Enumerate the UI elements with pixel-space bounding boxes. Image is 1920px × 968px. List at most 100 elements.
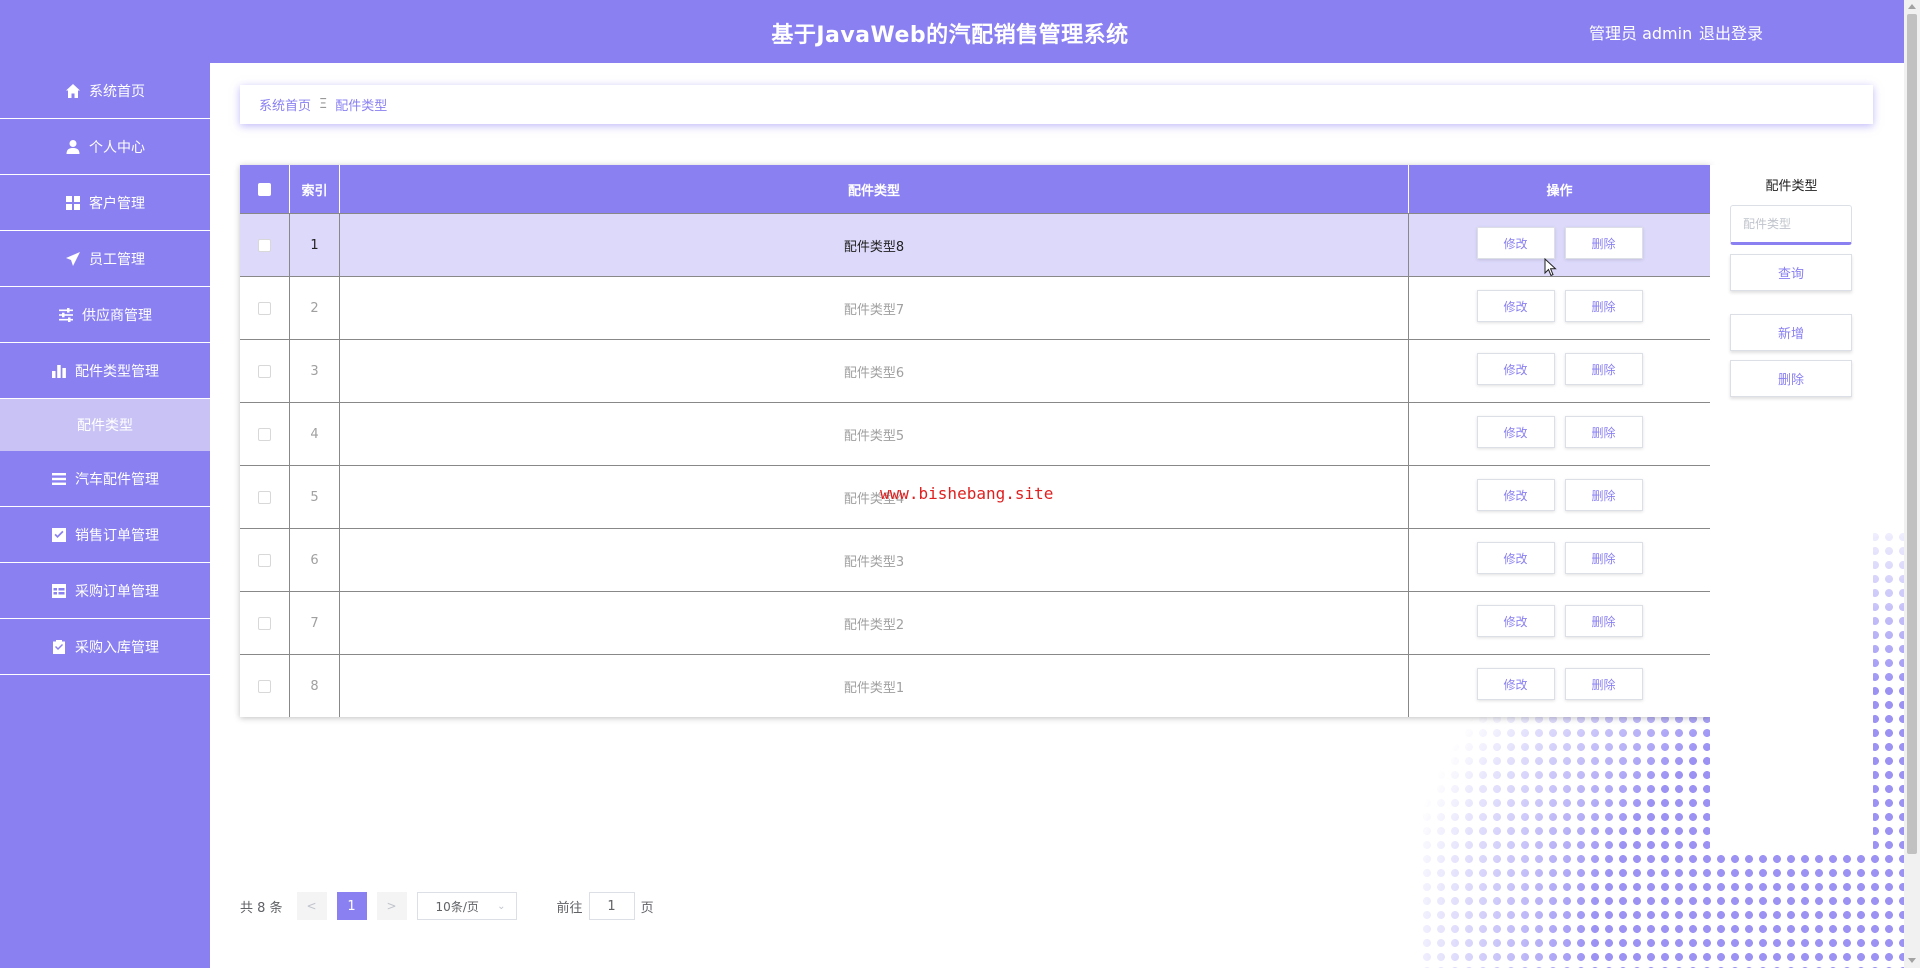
delete-button[interactable]: 删除 bbox=[1564, 290, 1643, 322]
table-row[interactable]: 4 配件类型5 修改 删除 bbox=[240, 402, 1710, 465]
edit-button[interactable]: 修改 bbox=[1476, 479, 1555, 511]
row-checkbox[interactable] bbox=[258, 364, 271, 378]
chevron-down-icon: ⌄ bbox=[497, 900, 506, 912]
sidebar-item-customers[interactable]: 客户管理 bbox=[0, 175, 210, 231]
goto-prefix: 前往 bbox=[556, 900, 583, 916]
goto-page-input[interactable] bbox=[588, 892, 635, 920]
sidebar-item-label: 采购订单管理 bbox=[75, 583, 159, 600]
edit-button[interactable]: 修改 bbox=[1476, 290, 1555, 322]
search-panel: 配件类型 查询 新增 删除 bbox=[1710, 165, 1873, 852]
row-checkbox[interactable] bbox=[258, 679, 271, 693]
delete-button[interactable]: 删除 bbox=[1564, 416, 1643, 448]
pagination-total: 共 8 条 bbox=[240, 900, 283, 916]
sidebar-item-label: 销售订单管理 bbox=[75, 527, 159, 544]
row-part-type: 配件类型7 bbox=[340, 277, 1409, 339]
row-index: 1 bbox=[290, 214, 340, 276]
column-header-ops: 操作 bbox=[1546, 183, 1573, 199]
grid-icon bbox=[65, 195, 81, 211]
edit-button[interactable]: 修改 bbox=[1476, 668, 1555, 700]
sidebar-item-auto-parts[interactable]: 汽车配件管理 bbox=[0, 451, 210, 507]
row-checkbox[interactable] bbox=[258, 427, 271, 441]
table-row[interactable]: 3 配件类型6 修改 删除 bbox=[240, 339, 1710, 402]
row-index: 8 bbox=[290, 655, 340, 717]
scroll-down-icon[interactable] bbox=[1908, 958, 1916, 963]
row-index: 7 bbox=[290, 592, 340, 654]
row-index: 6 bbox=[290, 529, 340, 591]
column-header-type: 配件类型 bbox=[340, 165, 1409, 213]
breadcrumb: 系统首页 Ξ 配件类型 bbox=[240, 85, 1873, 124]
table-body: 1 配件类型8 修改 删除 2 配件类型7 修改 删除 3 配件类型6 修改 删除 4 配件类型5 修改 删除… bbox=[240, 213, 1710, 717]
sidebar-item-label: 供应商管理 bbox=[82, 307, 152, 324]
row-part-type: 配件类型5 bbox=[340, 403, 1409, 465]
table-icon bbox=[51, 583, 67, 599]
table-row[interactable]: 1 配件类型8 修改 删除 bbox=[240, 213, 1710, 276]
sidebar: 系统首页 个人中心 客户管理 员工管理 供应商管理 配件类型管理 配件类型 汽车… bbox=[0, 63, 210, 968]
send-icon bbox=[65, 251, 81, 267]
row-index: 3 bbox=[290, 340, 340, 402]
breadcrumb-current: 配件类型 bbox=[335, 99, 388, 114]
pagination: 共 8 条 < 1 > 10条/页 ⌄ 前往 页 bbox=[240, 892, 654, 920]
row-part-type: 配件类型8 bbox=[340, 214, 1409, 276]
row-part-type: 配件类型3 bbox=[340, 529, 1409, 591]
delete-button[interactable]: 删除 bbox=[1564, 668, 1643, 700]
delete-button[interactable]: 删除 bbox=[1564, 479, 1643, 511]
clipboard-icon bbox=[51, 639, 67, 655]
sidebar-item-purchase-orders[interactable]: 采购订单管理 bbox=[0, 563, 210, 619]
search-button[interactable]: 查询 bbox=[1730, 254, 1852, 291]
edit-button[interactable]: 修改 bbox=[1476, 353, 1555, 385]
batch-delete-button[interactable]: 删除 bbox=[1730, 360, 1852, 397]
row-checkbox[interactable] bbox=[258, 490, 271, 504]
edit-button[interactable]: 修改 bbox=[1476, 542, 1555, 574]
row-part-type: 配件类型6 bbox=[340, 340, 1409, 402]
sidebar-item-home[interactable]: 系统首页 bbox=[0, 63, 210, 119]
delete-button[interactable]: 删除 bbox=[1564, 605, 1643, 637]
sidebar-subitem-part-type[interactable]: 配件类型 bbox=[0, 399, 210, 451]
sidebar-item-label: 采购入库管理 bbox=[75, 639, 159, 656]
logout-link[interactable]: 退出登录 bbox=[1699, 20, 1763, 44]
check-square-icon bbox=[51, 527, 67, 543]
row-part-type: 配件类型4 bbox=[340, 466, 1409, 528]
sidebar-item-purchase-inbound[interactable]: 采购入库管理 bbox=[0, 619, 210, 675]
part-type-search-input[interactable] bbox=[1730, 205, 1852, 245]
table-row[interactable]: 7 配件类型2 修改 删除 bbox=[240, 591, 1710, 654]
row-checkbox[interactable] bbox=[258, 616, 271, 630]
breadcrumb-separator: Ξ bbox=[319, 97, 328, 112]
watermark-text: www.bishebang.site bbox=[880, 484, 1054, 503]
edit-button[interactable]: 修改 bbox=[1476, 416, 1555, 448]
page-scrollbar[interactable] bbox=[1904, 0, 1920, 968]
scrollbar-thumb[interactable] bbox=[1907, 14, 1917, 854]
delete-button[interactable]: 删除 bbox=[1564, 227, 1643, 259]
page-number-current[interactable]: 1 bbox=[336, 892, 367, 920]
edit-button[interactable]: 修改 bbox=[1476, 227, 1555, 259]
row-checkbox[interactable] bbox=[258, 301, 271, 315]
sidebar-item-suppliers[interactable]: 供应商管理 bbox=[0, 287, 210, 343]
prev-page-button[interactable]: < bbox=[296, 892, 327, 920]
row-checkbox[interactable] bbox=[258, 238, 271, 252]
scroll-up-icon[interactable] bbox=[1908, 4, 1916, 9]
select-all-checkbox[interactable] bbox=[258, 182, 271, 196]
table-row[interactable]: 2 配件类型7 修改 删除 bbox=[240, 276, 1710, 339]
table-row[interactable]: 6 配件类型3 修改 删除 bbox=[240, 528, 1710, 591]
row-part-type: 配件类型1 bbox=[340, 655, 1409, 717]
sidebar-item-part-types[interactable]: 配件类型管理 bbox=[0, 343, 210, 399]
sidebar-item-profile[interactable]: 个人中心 bbox=[0, 119, 210, 175]
edit-button[interactable]: 修改 bbox=[1476, 605, 1555, 637]
table-header: 索引 配件类型 操作 bbox=[240, 165, 1710, 213]
sidebar-item-label: 个人中心 bbox=[89, 139, 145, 156]
mouse-cursor-icon bbox=[1544, 258, 1557, 277]
sidebar-item-employees[interactable]: 员工管理 bbox=[0, 231, 210, 287]
sidebar-item-label: 系统首页 bbox=[89, 83, 145, 100]
table-row[interactable]: 8 配件类型1 修改 删除 bbox=[240, 654, 1710, 717]
delete-button[interactable]: 删除 bbox=[1564, 542, 1643, 574]
sidebar-item-sales-orders[interactable]: 销售订单管理 bbox=[0, 507, 210, 563]
delete-button[interactable]: 删除 bbox=[1564, 353, 1643, 385]
page-size-select[interactable]: 10条/页 ⌄ bbox=[416, 892, 517, 920]
sliders-icon bbox=[58, 307, 74, 323]
row-index: 5 bbox=[290, 466, 340, 528]
column-header-index: 索引 bbox=[290, 165, 340, 213]
row-checkbox[interactable] bbox=[258, 553, 271, 567]
breadcrumb-home[interactable]: 系统首页 bbox=[259, 95, 311, 114]
row-part-type: 配件类型2 bbox=[340, 592, 1409, 654]
next-page-button[interactable]: > bbox=[376, 892, 407, 920]
add-button[interactable]: 新增 bbox=[1730, 314, 1852, 351]
